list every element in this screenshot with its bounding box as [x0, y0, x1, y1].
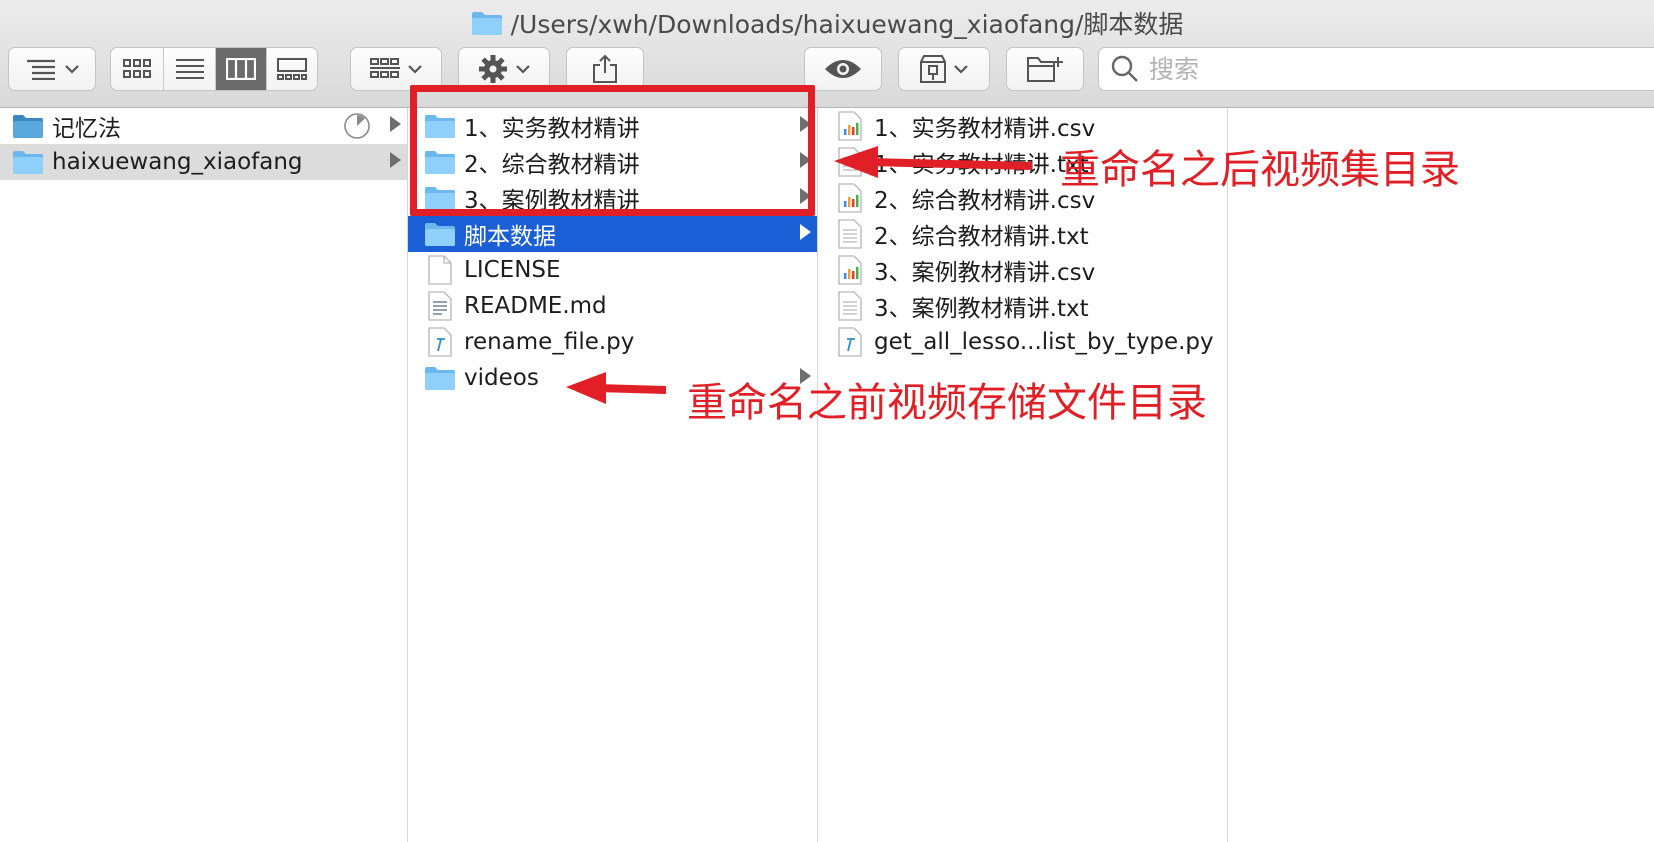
annotation-before-rename: 重命名之前视频存储文件目录 — [687, 380, 1207, 426]
arrow-to-renamed-folders — [834, 146, 1033, 178]
annotation-after-rename: 重命名之后视频集目录 — [1060, 147, 1460, 193]
arrow-to-videos — [566, 372, 667, 404]
